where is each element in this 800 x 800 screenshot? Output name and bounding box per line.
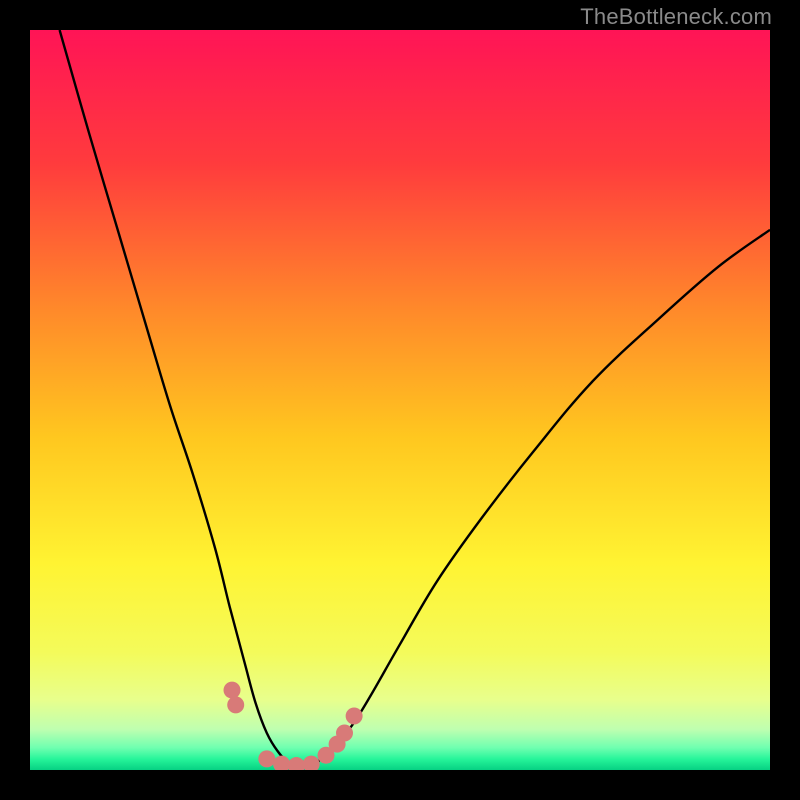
marker-dot — [346, 707, 363, 724]
marker-dot — [258, 750, 275, 767]
marker-dot — [288, 757, 305, 770]
marker-dot — [273, 756, 290, 770]
marker-dot — [224, 682, 241, 699]
plot-area — [30, 30, 770, 770]
watermark-text: TheBottleneck.com — [580, 4, 772, 30]
curve-left — [60, 30, 304, 768]
marker-dot — [336, 725, 353, 742]
curve-right — [304, 230, 770, 768]
marker-dot — [303, 756, 320, 770]
chart-frame: TheBottleneck.com — [0, 0, 800, 800]
curve-markers — [224, 682, 363, 770]
curve-layer — [30, 30, 770, 770]
marker-dot — [227, 696, 244, 713]
